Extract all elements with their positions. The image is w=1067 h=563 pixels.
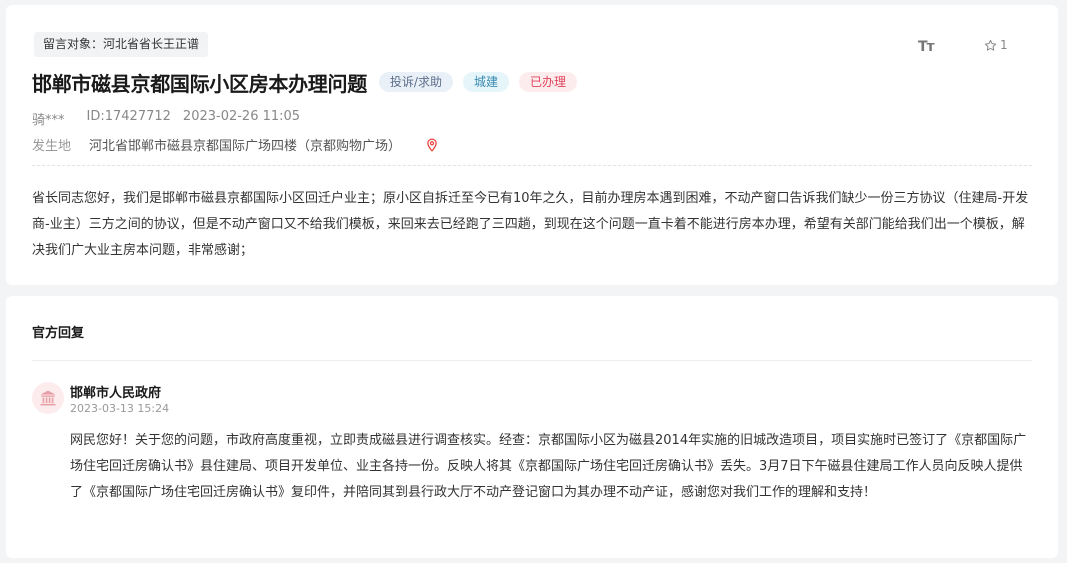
type-tag: 投诉/求助 xyxy=(378,72,453,92)
category-tag: 城建 xyxy=(462,72,509,92)
reply-card: 官方回复 邯郸市人民政府 2023-03-13 15:24 网民您好！关于您的问… xyxy=(6,296,1058,558)
avatar xyxy=(32,382,64,414)
message-target-tag: 留言对象：河北省省长王正谱 xyxy=(34,32,209,57)
reply-time: 2023-03-13 15:24 xyxy=(70,402,170,415)
divider xyxy=(32,360,1032,361)
post-meta: 骑*** ID:17427712 2023-02-26 11:05 xyxy=(32,109,300,128)
divider xyxy=(32,165,1032,166)
location-label: 发生地 xyxy=(32,139,72,154)
favorite-button[interactable]: 1 xyxy=(984,38,1008,52)
post-content: 省长同志您好，我们是邯郸市磁县京都国际小区回迁户业主；原小区自拆迁至今已有10年… xyxy=(32,191,1029,258)
location-pin-icon[interactable] xyxy=(425,138,439,152)
post-id: ID:17427712 xyxy=(86,109,171,124)
post-time: 2023-02-26 11:05 xyxy=(182,109,301,124)
reply-org-name: 邯郸市人民政府 xyxy=(70,386,162,401)
font-size-icon[interactable]: Tт xyxy=(918,39,935,55)
favorite-count: 1 xyxy=(1000,38,1008,52)
author-name: 骑*** xyxy=(32,113,65,128)
reply-heading: 官方回复 xyxy=(32,326,85,341)
post-card: 留言对象：河北省省长王正谱 邯郸市磁县京都国际小区房本办理问题 投诉/求助 城建… xyxy=(6,5,1058,285)
status-badge: 已办理 xyxy=(518,72,577,92)
reply-content: 网民您好！关于您的问题，市政府高度重视，立即责成磁县进行调查核实。经查：京都国际… xyxy=(70,433,1027,500)
star-outline-icon xyxy=(984,39,997,51)
title-row: 邯郸市磁县京都国际小区房本办理问题 投诉/求助 城建 已办理 xyxy=(32,67,587,97)
location-row: 发生地 河北省邯郸市磁县京都国际广场四楼（京都购物广场） xyxy=(32,135,439,154)
page-title: 邯郸市磁县京都国际小区房本办理问题 xyxy=(32,71,367,96)
government-building-icon xyxy=(40,390,56,406)
location-value: 河北省邯郸市磁县京都国际广场四楼（京都购物广场） xyxy=(89,139,402,154)
